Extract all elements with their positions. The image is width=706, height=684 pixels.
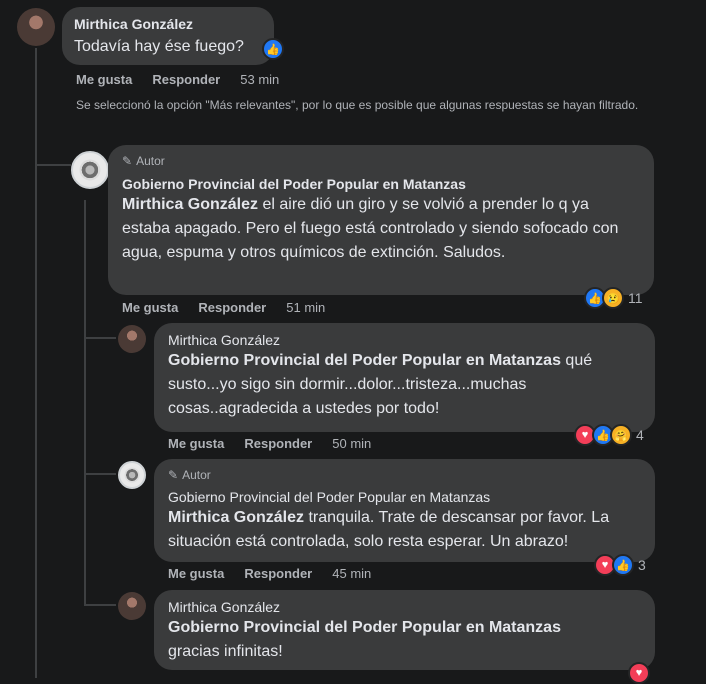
comment-body: gracias infinitas! [168,643,283,660]
author-badge-label: Autor [136,154,165,168]
comment-bubble: Mirthica González Todavía hay ése fuego? [62,7,274,65]
mention-link[interactable]: Mirthica González [168,509,304,526]
like-button[interactable]: Me gusta [122,300,178,315]
mention-link[interactable]: Mirthica González [122,196,258,213]
reaction-summary[interactable]: 👍 😢 11 [584,287,643,309]
reaction-count: 4 [636,427,644,443]
comment-timestamp[interactable]: 45 min [332,566,371,581]
comment-timestamp[interactable]: 51 min [286,300,325,315]
reply-button[interactable]: Responder [244,436,312,451]
filter-notice: Se seleccionó la opción "Más relevantes"… [76,98,639,112]
comment-bubble: Mirthica González Gobierno Provincial de… [154,590,655,670]
comment-author-name[interactable]: Gobierno Provincial del Poder Popular en… [168,488,643,506]
comment-actions: Me gusta Responder 45 min [168,566,371,581]
comment-text: Gobierno Provincial del Poder Popular en… [168,616,638,664]
like-button[interactable]: Me gusta [168,436,224,451]
reaction-summary[interactable]: ♥ 👍 3 [594,554,646,576]
comment-author-name[interactable]: Mirthica González [74,15,262,33]
comment-bubble: ✎ Autor Gobierno Provincial del Poder Po… [108,145,654,295]
thread-branch-3 [84,473,116,475]
sad-icon: 😢 [602,287,624,309]
comment-author-name[interactable]: Mirthica González [168,598,643,616]
author-badge: ✎ Autor [168,467,643,483]
pencil-icon: ✎ [122,154,133,168]
comment-author-name[interactable]: Mirthica González [168,331,643,349]
reaction-count: 3 [638,557,646,573]
comment-text: Gobierno Provincial del Poder Popular en… [168,349,638,421]
thread-line-nested [84,200,86,605]
comment-text: Mirthica González tranquila. Trate de de… [168,506,643,554]
like-icon: 👍 [612,554,634,576]
love-icon: ♥ [628,662,650,684]
thread-branch-4 [84,604,116,606]
reaction-count: 11 [628,290,643,306]
comment-bubble: ✎ Autor Gobierno Provincial del Poder Po… [154,459,655,562]
avatar[interactable] [118,325,146,353]
thread-line-main [35,48,37,678]
author-badge-label: Autor [182,468,211,482]
comment-actions: Me gusta Responder 50 min [168,436,371,451]
comment-bubble: Mirthica González Gobierno Provincial de… [154,323,655,432]
mention-link[interactable]: Gobierno Provincial del Poder Popular en… [168,616,638,640]
comment-text: Todavía hay ése fuego? [74,38,244,55]
thread-branch-2 [84,337,116,339]
mention-link[interactable]: Gobierno Provincial del Poder Popular en… [168,352,561,369]
like-icon[interactable]: 👍 [262,38,284,60]
comment-text: Mirthica González el aire dió un giro y … [122,193,632,265]
comment-timestamp[interactable]: 53 min [240,72,279,87]
comment-actions: Me gusta Responder 51 min [122,300,325,315]
reaction-summary[interactable]: ♥ 👍 🤗 4 [574,424,644,446]
pencil-icon: ✎ [168,468,179,482]
care-icon: 🤗 [610,424,632,446]
avatar[interactable] [118,592,146,620]
author-badge: ✎ Autor [122,153,642,169]
comment-actions: Me gusta Responder 53 min [76,72,279,87]
reaction-summary[interactable]: ♥ [628,662,650,684]
thread-branch-1 [35,164,71,166]
comment-author-name[interactable]: Gobierno Provincial del Poder Popular en… [122,175,642,193]
reply-button[interactable]: Responder [244,566,312,581]
like-button[interactable]: Me gusta [76,72,132,87]
avatar[interactable] [118,461,146,489]
avatar[interactable] [17,8,55,46]
avatar[interactable] [71,151,109,189]
reply-button[interactable]: Responder [152,72,220,87]
reply-button[interactable]: Responder [198,300,266,315]
comment-timestamp[interactable]: 50 min [332,436,371,451]
like-button[interactable]: Me gusta [168,566,224,581]
